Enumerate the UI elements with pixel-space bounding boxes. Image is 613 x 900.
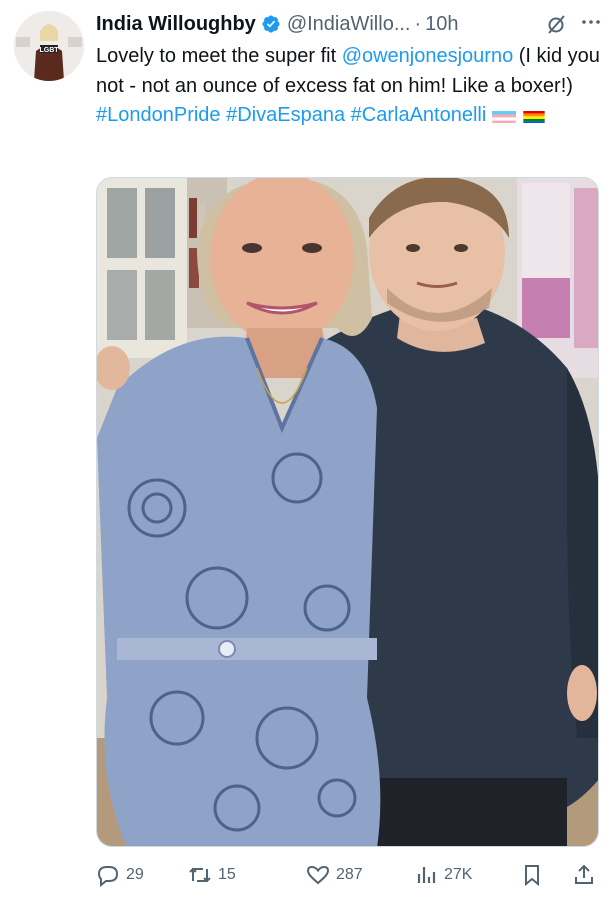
tweet-text-part: Lovely to meet the super fit: [96, 45, 342, 67]
avatar-badge-text: LGBT: [39, 47, 59, 54]
repost-button[interactable]: 15: [188, 863, 236, 887]
verified-badge-icon[interactable]: [261, 14, 281, 34]
repost-count: 15: [218, 866, 236, 883]
hashtag-link[interactable]: #CarlaAntonelli: [351, 104, 487, 126]
tweet-timestamp[interactable]: 10h: [425, 13, 458, 36]
views-icon: [417, 867, 436, 883]
tweet-photo[interactable]: [96, 177, 599, 847]
author-handle[interactable]: @IndiaWillo...: [287, 13, 411, 36]
more-icon[interactable]: [579, 10, 603, 34]
mention-link[interactable]: @owenjonesjourno: [342, 45, 514, 67]
grok-icon[interactable]: [545, 12, 569, 36]
header-separator: ·: [414, 12, 422, 35]
repost-icon: [189, 867, 211, 883]
tweet-action-bar: 29 15 287 27K: [96, 858, 601, 892]
reply-button[interactable]: 29: [96, 863, 144, 887]
share-button[interactable]: [572, 863, 596, 887]
tweet-header: India Willoughby @IndiaWillo... · 10h: [96, 10, 603, 38]
bookmark-icon: [525, 865, 539, 887]
hashtag-link[interactable]: #DivaEspana: [226, 104, 345, 126]
tweet-text: Lovely to meet the super fit @owenjonesj…: [96, 42, 601, 131]
like-count: 287: [336, 866, 363, 883]
views-count: 27K: [444, 866, 473, 883]
rainbow-flag-icon: [522, 107, 546, 123]
transgender-flag-icon: [492, 107, 517, 123]
author-avatar[interactable]: LGBT: [14, 11, 84, 81]
hashtag-link[interactable]: #LondonPride: [96, 104, 221, 126]
views-button[interactable]: 27K: [414, 863, 472, 887]
reply-count: 29: [126, 866, 144, 883]
like-button[interactable]: 287: [306, 863, 363, 887]
author-name[interactable]: India Willoughby: [96, 13, 256, 36]
bookmark-button[interactable]: [520, 863, 544, 887]
heart-icon: [306, 865, 330, 885]
reply-icon: [97, 866, 119, 887]
share-icon: [575, 864, 593, 884]
